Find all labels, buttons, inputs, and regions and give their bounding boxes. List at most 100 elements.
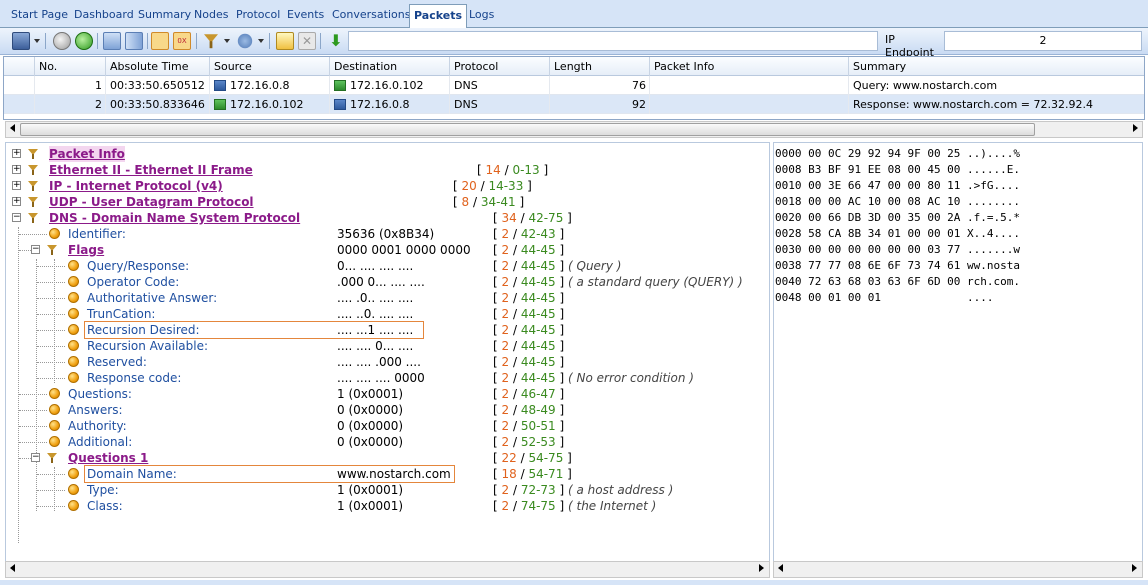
field-answers[interactable]: Answers: 0 (0x0000) [ 2 / 48-49 ]	[6, 402, 766, 418]
collapse-icon[interactable]: −	[31, 245, 40, 254]
field-icon	[68, 484, 79, 495]
forward-icon[interactable]	[75, 32, 93, 50]
hex-row: 0010 00 3E 66 47 00 00 80 11 .>fG....	[775, 179, 1021, 192]
tree-node-ethernet[interactable]: + Ethernet II - Ethernet II Frame [ 14 /…	[6, 162, 766, 178]
tree-node-packet-info[interactable]: + Packet Info	[6, 146, 766, 162]
chevron-down-icon[interactable]	[34, 39, 40, 43]
field-flags[interactable]: − Flags 0000 0001 0000 0000 [ 2 / 44-45 …	[6, 242, 766, 258]
field-type[interactable]: Type: 1 (0x0001) [ 2 / 72-73 ] ( a host …	[6, 482, 766, 498]
column-header-indicator[interactable]	[4, 57, 35, 76]
scroll-thumb[interactable]	[20, 123, 1035, 136]
range-offsets: 44-45	[520, 355, 556, 369]
column-header-source[interactable]: Source	[210, 57, 330, 76]
cell-protocol: DNS	[450, 95, 550, 114]
tree-hscrollbar[interactable]	[5, 561, 770, 578]
field-reserved[interactable]: Reserved: .... .... .000 .... [ 2 / 44-4…	[6, 354, 766, 370]
range-offsets: 44-45	[520, 323, 556, 337]
tab-conversations[interactable]: Conversations	[329, 7, 413, 25]
tree-connector	[37, 330, 65, 331]
tab-events[interactable]: Events	[284, 7, 327, 25]
delete-icon[interactable]: ✕	[298, 32, 316, 50]
hex-hscrollbar[interactable]	[773, 561, 1143, 578]
table-row[interactable]: 1 00:33:50.650512 172.16.0.8 172.16.0.10…	[4, 76, 1144, 95]
collapse-icon[interactable]: −	[31, 453, 40, 462]
scroll-left-icon[interactable]	[10, 564, 15, 572]
tree-connector	[37, 298, 65, 299]
field-operator-code[interactable]: Operator Code: .000 0... .... .... [ 2 /…	[6, 274, 766, 290]
hex-dump[interactable]: 0000 00 0C 29 92 94 9F 00 25 ..)....% 00…	[773, 142, 1143, 562]
field-authority[interactable]: Authority: 0 (0x0000) [ 2 / 50-51 ]	[6, 418, 766, 434]
tree-node-dns[interactable]: − DNS - Domain Name System Protocol [ 34…	[6, 210, 766, 226]
filter-icon	[28, 212, 38, 223]
tab-summary[interactable]: Summary	[135, 7, 194, 25]
hex-view-icon[interactable]: 0X	[173, 32, 191, 50]
range-length: 2	[501, 323, 510, 337]
edit-icon[interactable]	[276, 32, 294, 50]
field-query-response[interactable]: Query/Response: 0... .... .... .... [ 2 …	[6, 258, 766, 274]
hex-row: 0008 B3 BF 91 EE 08 00 45 00 ......E.	[775, 163, 1021, 176]
filter-icon[interactable]	[202, 32, 220, 50]
tab-start-page[interactable]: Start Page	[8, 7, 71, 25]
expand-icon[interactable]: +	[12, 181, 21, 190]
field-additional[interactable]: Additional: 0 (0x0000) [ 2 / 52-53 ]	[6, 434, 766, 450]
cell-destination-text: 172.16.0.8	[350, 98, 410, 111]
scroll-right-icon[interactable]	[1133, 124, 1138, 132]
scroll-left-icon[interactable]	[10, 124, 15, 132]
field-authoritative-answer[interactable]: Authoritative Answer: .... .0.. .... ...…	[6, 290, 766, 306]
field-value: .... .0.. .... ....	[337, 291, 414, 305]
field-recursion-available[interactable]: Recursion Available: .... .... 0... ....…	[6, 338, 766, 354]
tab-logs[interactable]: Logs	[466, 7, 497, 25]
field-domain-name[interactable]: Domain Name: www.nostarch.com [ 18 / 54-…	[6, 466, 766, 482]
expand-icon[interactable]: +	[12, 149, 21, 158]
field-questions-1[interactable]: − Questions 1 [ 22 / 54-75 ]	[6, 450, 766, 466]
field-range: [ 2 / 44-45 ]	[493, 339, 565, 353]
tab-packets[interactable]: Packets	[409, 4, 467, 28]
column-header-absolute-time[interactable]: Absolute Time	[106, 57, 210, 76]
collapse-icon[interactable]: −	[12, 213, 21, 222]
expand-icon[interactable]: +	[12, 197, 21, 206]
save-icon[interactable]	[12, 32, 30, 50]
field-class[interactable]: Class: 1 (0x0001) [ 2 / 74-75 ] ( the In…	[6, 498, 766, 514]
toolbar-search-area[interactable]	[348, 31, 878, 51]
scroll-left-icon[interactable]	[778, 564, 783, 572]
chevron-down-icon[interactable]	[224, 39, 230, 43]
back-icon[interactable]	[53, 32, 71, 50]
column-header-protocol[interactable]: Protocol	[450, 57, 550, 76]
field-range: [ 2 / 74-75 ]	[493, 499, 565, 513]
tree-node-udp[interactable]: + UDP - User Datagram Protocol [ 8 / 34-…	[6, 194, 766, 210]
packet-list-hscrollbar[interactable]	[5, 121, 1143, 138]
column-header-destination[interactable]: Destination	[330, 57, 450, 76]
hex-row: 0030 00 00 00 00 00 00 03 77 .......w	[775, 243, 1021, 256]
field-response-code[interactable]: Response code: .... .... .... 0000 [ 2 /…	[6, 370, 766, 386]
tree-node-ip[interactable]: + IP - Internet Protocol (v4) [ 20 / 14-…	[6, 178, 766, 194]
tree-view-icon[interactable]	[151, 32, 169, 50]
field-identifier[interactable]: Identifier: 35636 (0x8B34) [ 2 / 42-43 ]	[6, 226, 766, 242]
decode-tree[interactable]: + Packet Info + Ethernet II - Ethernet I…	[5, 142, 770, 562]
chevron-down-icon[interactable]	[258, 39, 264, 43]
field-label: Flags	[68, 243, 105, 257]
field-recursion-desired[interactable]: Recursion Desired: .... ...1 .... .... […	[6, 322, 766, 338]
field-description: ( a standard query (QUERY) )	[568, 275, 743, 289]
field-truncation[interactable]: TrunCation: .... ..0. .... .... [ 2 / 44…	[6, 306, 766, 322]
field-icon	[68, 500, 79, 511]
field-questions[interactable]: Questions: 1 (0x0001) [ 2 / 46-47 ]	[6, 386, 766, 402]
tab-nodes[interactable]: Nodes	[191, 7, 231, 25]
cell-no: 2	[35, 95, 106, 114]
column-header-length[interactable]: Length	[550, 57, 650, 76]
ip-endpoint-field[interactable]: 2	[944, 31, 1142, 51]
pane-horizontal-icon[interactable]	[103, 32, 121, 50]
column-header-summary[interactable]: Summary	[849, 57, 1144, 76]
pane-vertical-icon[interactable]	[125, 32, 143, 50]
table-row-selected[interactable]: 2 00:33:50.833646 172.16.0.102 172.16.0.…	[4, 95, 1144, 114]
expand-icon[interactable]: +	[12, 165, 21, 174]
packet-list[interactable]: No. Absolute Time Source Destination Pro…	[3, 56, 1145, 120]
tree-node-range: [ 20 / 14-33 ]	[453, 179, 532, 193]
scroll-right-icon[interactable]	[759, 564, 764, 572]
column-header-packet-info[interactable]: Packet Info	[650, 57, 849, 76]
color-rules-icon[interactable]	[237, 33, 253, 49]
tab-dashboard[interactable]: Dashboard	[71, 7, 137, 25]
scroll-right-icon[interactable]	[1132, 564, 1137, 572]
download-icon[interactable]: ⬇	[327, 32, 345, 50]
column-header-no[interactable]: No.	[35, 57, 106, 76]
tab-protocol[interactable]: Protocol	[233, 7, 283, 25]
